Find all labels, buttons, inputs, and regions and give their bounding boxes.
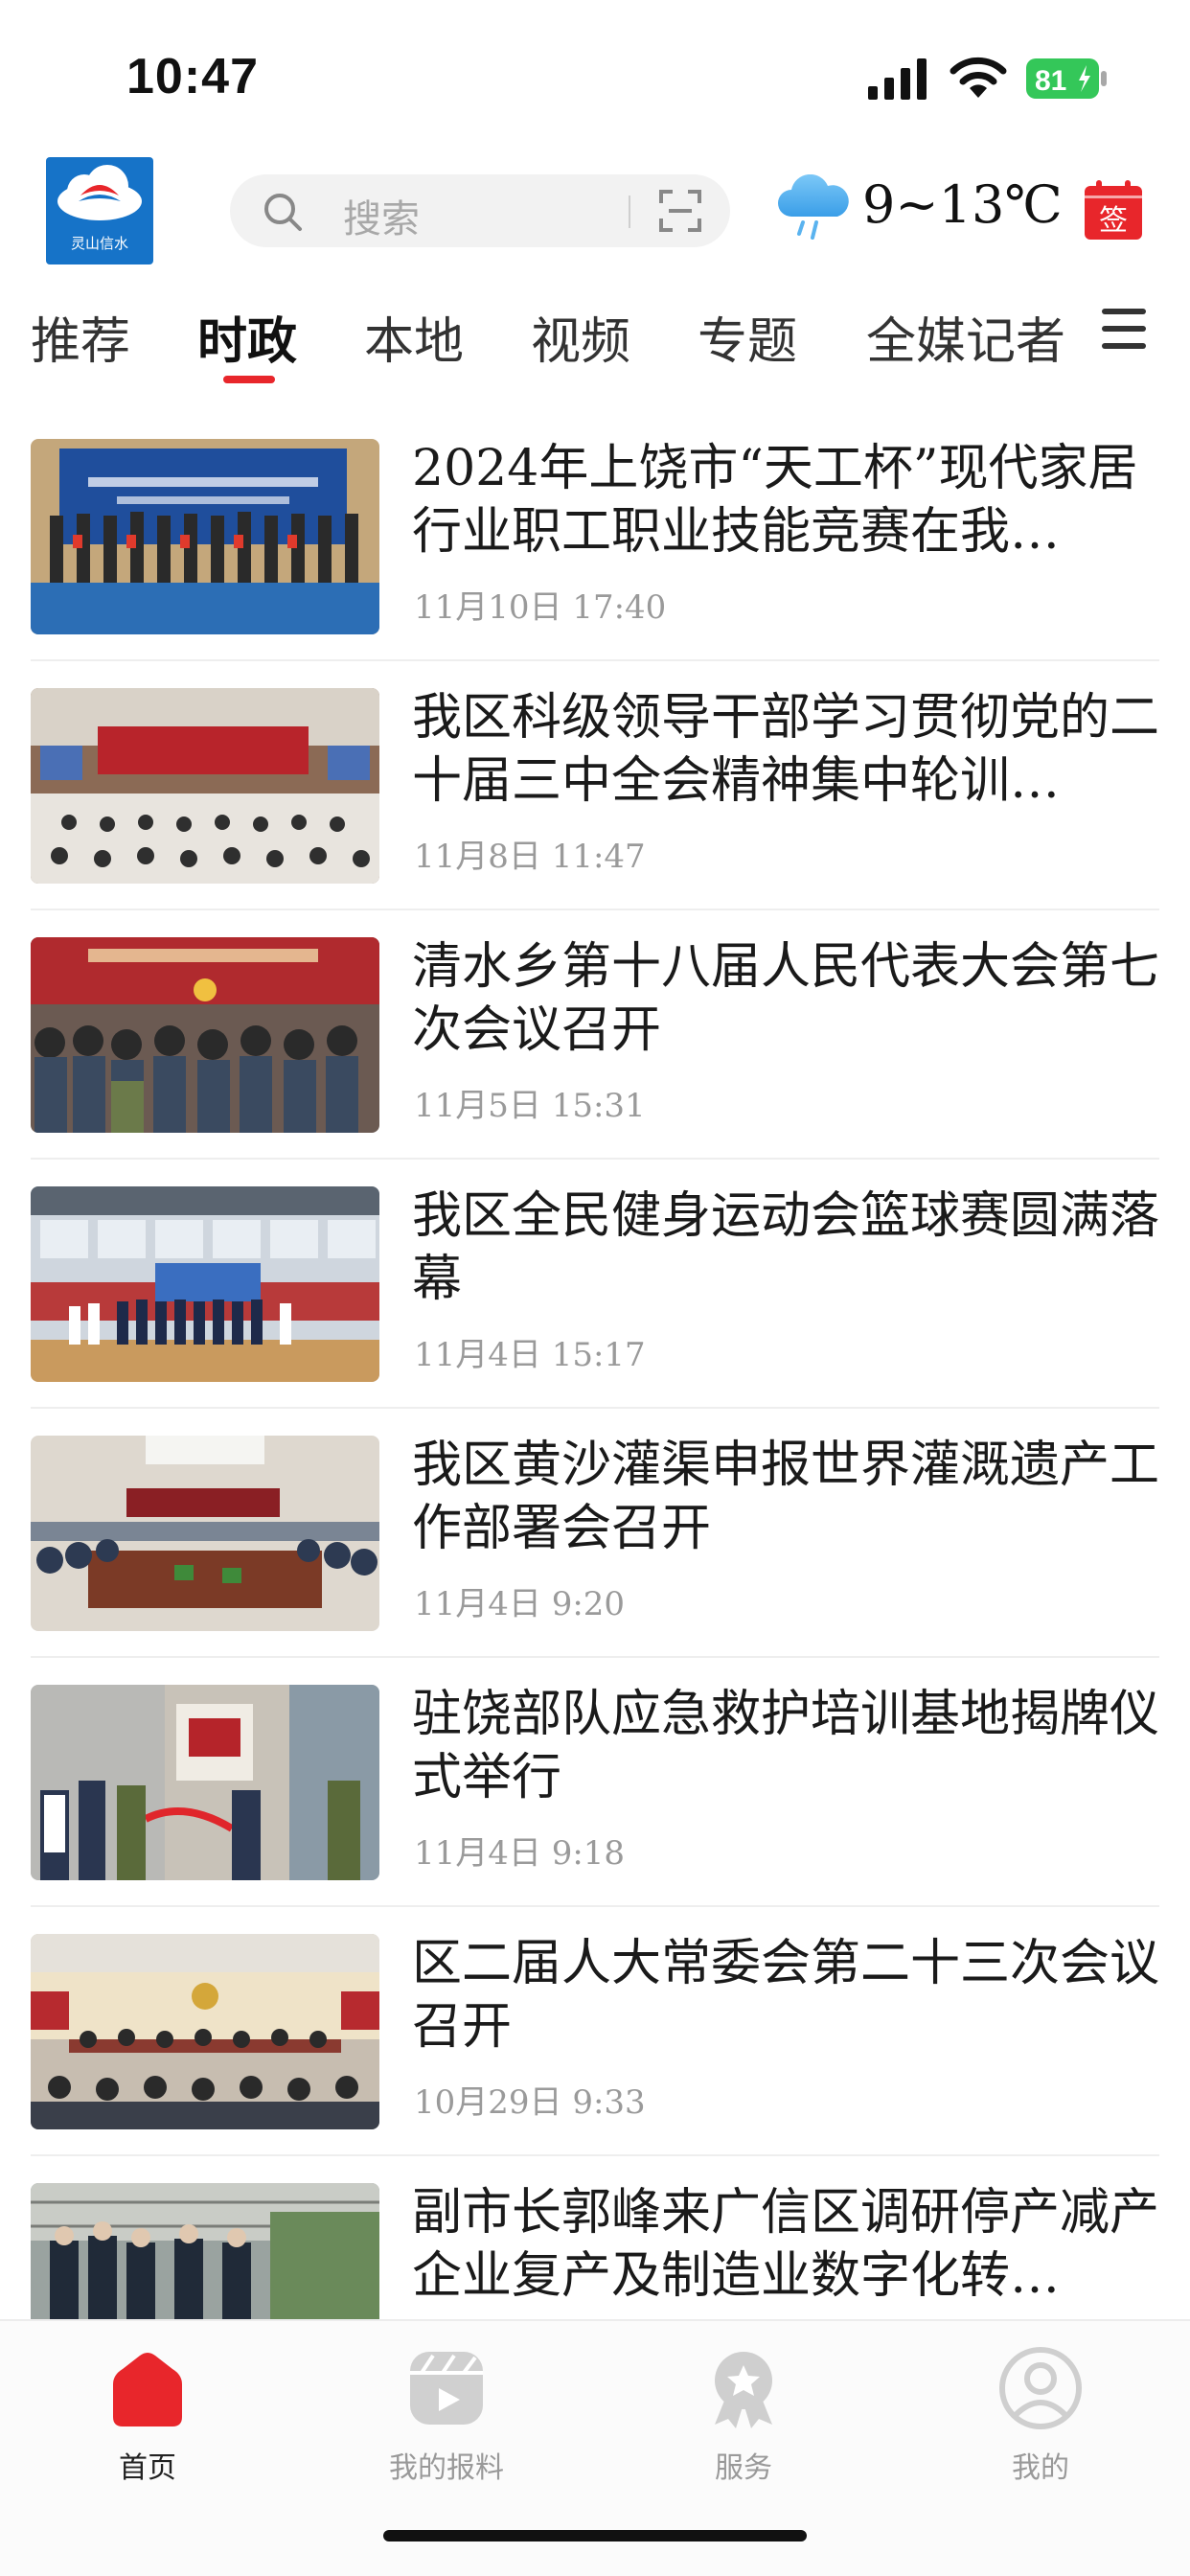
news-item[interactable]: 驻饶部队应急救护培训基地揭牌仪式举行 11月4日 9:18 — [0, 1658, 1190, 1907]
nav-services-label: 服务 — [715, 2451, 772, 2485]
video-icon — [410, 2352, 483, 2425]
tab-recommend[interactable]: 推荐 — [31, 301, 130, 373]
search-divider — [629, 196, 630, 228]
news-title: 副市长郭峰来广信区调研停产减产企业复产及制造业数字化转… — [412, 2184, 1159, 2305]
news-thumbnail — [31, 1186, 379, 1382]
search-bar[interactable]: 搜索 — [230, 174, 730, 247]
home-indicator[interactable] — [383, 2530, 807, 2542]
news-title: 我区黄沙灌渠申报世界灌溉遗产工作部署会召开 — [412, 1437, 1159, 1557]
nav-home[interactable]: 首页 — [42, 2338, 253, 2501]
news-item[interactable]: 2024年上饶市“天工杯”现代家居行业职工职业技能竞赛在我… 11月10日 17… — [0, 412, 1190, 661]
news-date: 11月4日 9:18 — [414, 1834, 626, 1873]
sign-label: 签 — [1099, 204, 1128, 238]
news-thumbnail — [31, 439, 379, 634]
news-thumbnail — [31, 1436, 379, 1631]
news-title: 我区科级领导干部学习贯彻党的二十届三中全会精神集中轮训… — [412, 689, 1159, 810]
tab-local[interactable]: 本地 — [364, 301, 464, 373]
news-title: 我区全民健身运动会篮球赛圆满落幕 — [412, 1187, 1159, 1308]
battery-level: 81 — [1035, 65, 1066, 97]
news-date: 11月4日 15:17 — [414, 1336, 646, 1374]
weather-rain-icon — [778, 174, 849, 240]
news-item[interactable]: 我区科级领导干部学习贯彻党的二十届三中全会精神集中轮训… 11月8日 11:47 — [0, 661, 1190, 910]
tab-topics[interactable]: 专题 — [698, 301, 797, 373]
news-item[interactable]: 区二届人大常委会第二十三次会议召开 10月29日 9:33 — [0, 1907, 1190, 2156]
tab-reporters[interactable]: 全媒记者 — [866, 301, 1065, 373]
search-icon — [264, 194, 302, 231]
news-thumbnail — [31, 2183, 379, 2319]
cellular-signal-icon — [868, 58, 927, 100]
news-title: 2024年上饶市“天工杯”现代家居行业职工职业技能竞赛在我… — [412, 440, 1138, 561]
news-date: 11月4日 9:20 — [414, 1585, 626, 1623]
logo-text: 灵山信水 — [70, 235, 128, 252]
news-item[interactable]: 清水乡第十八届人民代表大会第七次会议召开 11月5日 15:31 — [0, 910, 1190, 1160]
news-list: 2024年上饶市“天工杯”现代家居行业职工职业技能竞赛在我… 11月10日 17… — [0, 412, 1190, 2319]
news-date: 10月29日 9:33 — [414, 2083, 646, 2122]
news-thumbnail — [31, 1934, 379, 2129]
menu-icon[interactable] — [1102, 309, 1146, 351]
nav-home-label: 首页 — [119, 2451, 176, 2485]
nav-profile[interactable]: 我的 — [935, 2338, 1146, 2501]
nav-services[interactable]: 服务 — [638, 2338, 849, 2501]
profile-icon — [999, 2347, 1082, 2429]
home-icon — [113, 2353, 182, 2426]
news-date: 11月8日 11:47 — [414, 838, 646, 876]
logo-cloud-icon — [57, 165, 142, 220]
news-thumbnail — [31, 937, 379, 1133]
news-date: 11月10日 17:40 — [414, 588, 667, 627]
news-item[interactable]: 我区黄沙灌渠申报世界灌溉遗产工作部署会召开 11月4日 9:20 — [0, 1409, 1190, 1658]
status-bar: 10:47 81 — [0, 0, 1190, 153]
scan-icon[interactable] — [659, 190, 701, 232]
channel-tabs: 推荐 时政 本地 视频 专题 全媒记者 — [0, 288, 1190, 393]
nav-profile-label: 我的 — [1012, 2451, 1069, 2485]
app-header: 灵山信水 搜索 9~13℃ 签 — [0, 153, 1190, 288]
active-tab-indicator — [223, 376, 275, 383]
nav-my-reports[interactable]: 我的报料 — [341, 2338, 552, 2501]
nav-my-reports-label: 我的报料 — [389, 2451, 504, 2485]
news-item[interactable]: 我区全民健身运动会篮球赛圆满落幕 11月4日 15:17 — [0, 1160, 1190, 1409]
news-title: 驻饶部队应急救护培训基地揭牌仪式举行 — [412, 1686, 1159, 1806]
battery-icon: 81 — [1026, 58, 1107, 99]
news-item[interactable]: 副市长郭峰来广信区调研停产减产企业复产及制造业数字化转… — [0, 2156, 1190, 2319]
tab-video[interactable]: 视频 — [531, 301, 630, 373]
news-date: 11月5日 15:31 — [414, 1087, 646, 1125]
tab-politics[interactable]: 时政 — [197, 301, 297, 373]
check-in-calendar-icon[interactable]: 签 — [1083, 178, 1144, 242]
news-title: 清水乡第十八届人民代表大会第七次会议召开 — [412, 938, 1159, 1059]
wifi-icon — [950, 57, 1007, 98]
medal-icon — [715, 2352, 772, 2428]
news-thumbnail — [31, 688, 379, 884]
app-logo[interactable]: 灵山信水 — [46, 157, 153, 264]
weather-temperature: 9~13℃ — [862, 174, 1063, 235]
news-thumbnail — [31, 1685, 379, 1880]
news-title: 区二届人大常委会第二十三次会议召开 — [412, 1935, 1159, 2056]
search-placeholder: 搜索 — [343, 197, 420, 242]
status-time: 10:47 — [126, 49, 259, 104]
